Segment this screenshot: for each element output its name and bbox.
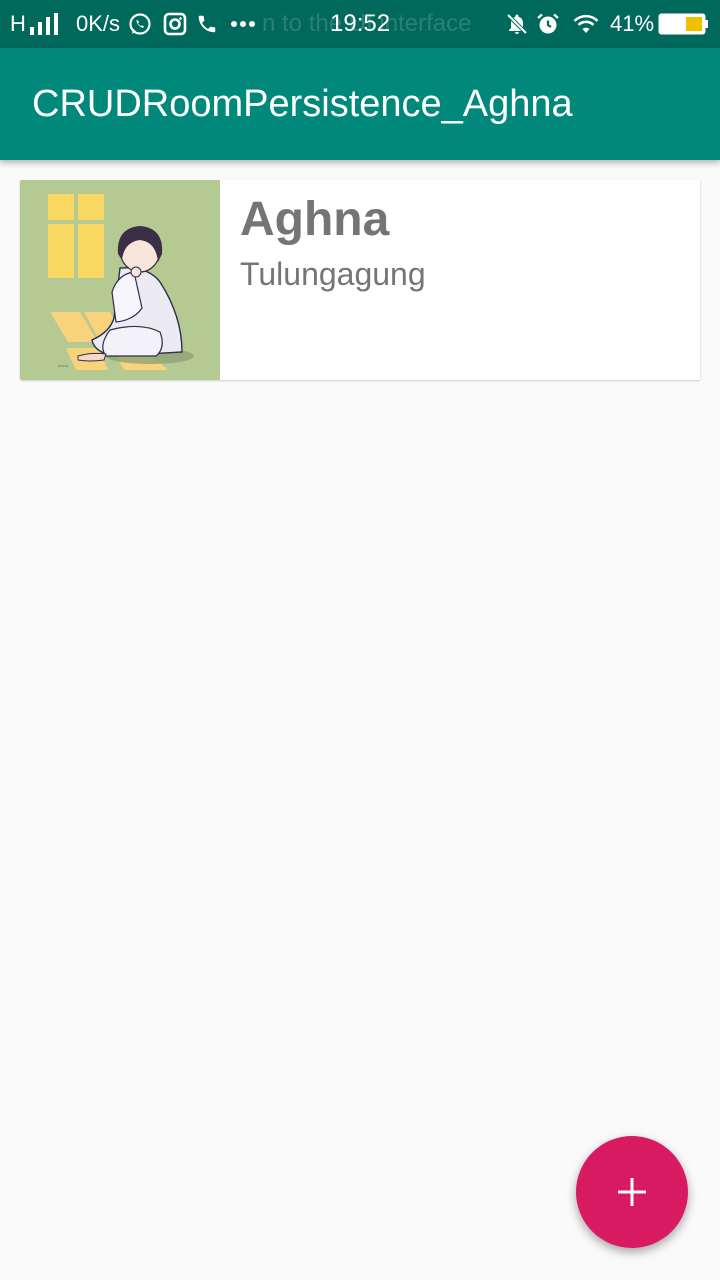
add-icon	[618, 1178, 646, 1206]
list-item[interactable]: ~~~ Aghna Tulungagung	[20, 180, 700, 380]
app-bar: CRUDRoomPersistence_Aghna	[0, 48, 720, 160]
instagram-icon	[163, 0, 187, 48]
item-city: Tulungagung	[240, 256, 426, 292]
battery-percent: 41%	[610, 11, 655, 36]
item-name: Aghna	[240, 193, 390, 246]
battery-icon	[658, 0, 710, 48]
status-bar: n to the UI interface H 0K/s 19:52 41%	[0, 0, 720, 48]
signal-icon	[30, 0, 60, 48]
phone-icon	[196, 0, 218, 48]
item-photo: ~~~	[20, 180, 220, 380]
wifi-icon	[572, 0, 600, 48]
alarm-icon	[536, 0, 560, 48]
add-button[interactable]	[576, 1136, 688, 1248]
whatsapp-icon	[128, 0, 152, 48]
svg-text:~~~: ~~~	[58, 364, 69, 370]
status-time: 19:52	[330, 10, 391, 37]
network-type: H	[10, 11, 26, 36]
more-icon	[230, 0, 256, 48]
network-speed: 0K/s	[76, 11, 121, 36]
mute-icon	[505, 0, 529, 48]
app-title: CRUDRoomPersistence_Aghna	[32, 83, 573, 125]
